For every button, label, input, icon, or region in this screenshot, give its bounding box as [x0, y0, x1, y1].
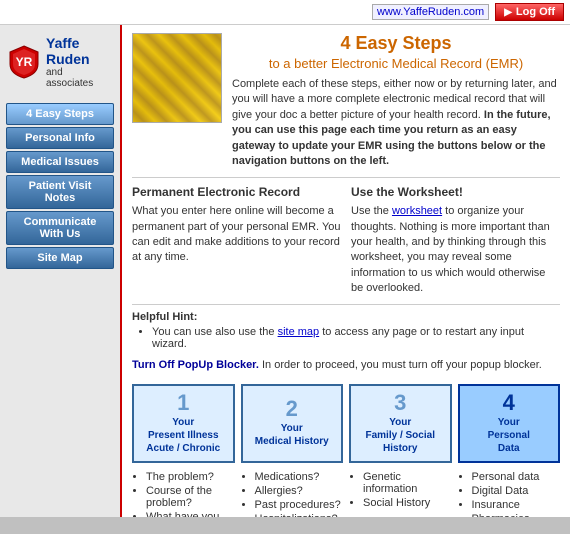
popup-notice-bold: Turn Off PopUp Blocker. [132, 359, 259, 371]
step-2-number: 2 [286, 398, 298, 420]
step-box-1[interactable]: 1 YourPresent IllnessAcute / Chronic [132, 384, 235, 463]
header-body: Complete each of these steps, either now… [232, 77, 560, 169]
list-item: Allergies? [255, 485, 344, 497]
sidebar-item-site-map[interactable]: Site Map [6, 247, 114, 269]
logo-line1: Yaffe [46, 35, 112, 51]
bullet-list-1: The problem? Course of the problem? What… [146, 471, 235, 517]
divider-1 [132, 177, 560, 178]
bullet-list-2: Medications? Allergies? Past procedures?… [255, 471, 344, 517]
sidebar: YR Yaffe Ruden and associates 4 Easy Ste… [0, 25, 120, 517]
website-link[interactable]: www.YaffeRuden.com [372, 4, 489, 20]
step-boxes: 1 YourPresent IllnessAcute / Chronic 2 Y… [132, 384, 560, 463]
content-area: 4 Easy Steps to a better Electronic Medi… [120, 25, 570, 517]
bullet-list-3: Genetic information Social History [363, 471, 452, 509]
top-bar: www.YaffeRuden.com ▶ Log Off [0, 0, 570, 25]
page-subtitle: to a better Electronic Medical Record (E… [232, 56, 560, 71]
list-item: Hospitalizations? [255, 513, 344, 517]
step-4-number: 4 [503, 392, 515, 414]
step-3-number: 3 [394, 392, 406, 414]
permanent-record-col: Permanent Electronic Record What you ent… [132, 184, 341, 296]
content-header: 4 Easy Steps to a better Electronic Medi… [132, 33, 560, 169]
list-item: Social History [363, 497, 452, 509]
logo-shield-icon: YR [8, 44, 40, 80]
hint-list: You can use also use the site map to acc… [152, 326, 560, 350]
permanent-record-title: Permanent Electronic Record [132, 184, 341, 201]
divider-2 [132, 304, 560, 305]
helpful-hint-label: Helpful Hint: [132, 311, 197, 323]
page-title: 4 Easy Steps [232, 33, 560, 54]
logoff-label: Log Off [516, 6, 555, 18]
step-1-label: YourPresent IllnessAcute / Chronic [146, 416, 220, 455]
popup-notice-rest: In order to proceed, you must turn off y… [259, 359, 542, 371]
sidebar-item-personal-info[interactable]: Personal Info [6, 127, 114, 149]
logo-area: YR Yaffe Ruden and associates [0, 29, 120, 95]
step-2-label: YourMedical History [255, 422, 329, 448]
header-text: 4 Easy Steps to a better Electronic Medi… [232, 33, 560, 169]
list-item: Insurance [472, 499, 561, 511]
main-layout: YR Yaffe Ruden and associates 4 Easy Ste… [0, 25, 570, 517]
sidebar-item-patient-visit-notes[interactable]: Patient Visit Notes [6, 175, 114, 209]
sidebar-item-4-easy-steps[interactable]: 4 Easy Steps [6, 103, 114, 125]
step-box-4[interactable]: 4 YourPersonalData [458, 384, 561, 463]
logoff-button[interactable]: ▶ Log Off [495, 3, 564, 21]
sidebar-item-medical-issues[interactable]: Medical Issues [6, 151, 114, 173]
list-item: Past procedures? [255, 499, 344, 511]
step-3-label: YourFamily / SocialHistory [366, 416, 435, 455]
list-item: Medications? [255, 471, 344, 483]
step-box-2[interactable]: 2 YourMedical History [241, 384, 344, 463]
sidebar-item-communicate[interactable]: Communicate With Us [6, 211, 114, 245]
worksheet-col: Use the Worksheet! Use the worksheet to … [351, 184, 560, 296]
hint-item-1: You can use also use the site map to acc… [152, 326, 560, 350]
helpful-hint-section: Helpful Hint: You can use also use the s… [132, 311, 560, 350]
worksheet-body-post: to organize your thoughts. Nothing is mo… [351, 205, 550, 294]
logo-text: Yaffe Ruden and associates [46, 35, 112, 89]
worksheet-title: Use the Worksheet! [351, 184, 560, 201]
bullet-list-4: Personal data Digital Data Insurance Pha… [472, 471, 561, 517]
header-image-decoration [133, 34, 221, 122]
hint-pre: You can use also use the [152, 326, 278, 338]
worksheet-body-pre: Use the [351, 205, 392, 217]
worksheet-link[interactable]: worksheet [392, 205, 442, 217]
popup-notice: Turn Off PopUp Blocker. In order to proc… [132, 358, 560, 373]
svg-text:YR: YR [16, 55, 33, 69]
list-item: Digital Data [472, 485, 561, 497]
bullet-section: The problem? Course of the problem? What… [132, 471, 560, 517]
bullet-col-1: The problem? Course of the problem? What… [132, 471, 235, 517]
list-item: Course of the problem? [146, 485, 235, 509]
logoff-arrow-icon: ▶ [504, 7, 512, 18]
list-item: Genetic information [363, 471, 452, 495]
logo-line2: Ruden [46, 51, 112, 67]
bullet-col-4: Personal data Digital Data Insurance Pha… [458, 471, 561, 517]
logo-line3: and associates [46, 67, 112, 89]
list-item: The problem? [146, 471, 235, 483]
bullet-col-3: Genetic information Social History [349, 471, 452, 517]
list-item: Pharmacies [472, 513, 561, 517]
two-col-section: Permanent Electronic Record What you ent… [132, 184, 560, 296]
header-image [132, 33, 222, 123]
step-box-3[interactable]: 3 YourFamily / SocialHistory [349, 384, 452, 463]
list-item: What have you tried? [146, 511, 235, 517]
step-4-label: YourPersonalData [488, 416, 530, 455]
list-item: Personal data [472, 471, 561, 483]
permanent-record-body: What you enter here online will become a… [132, 205, 341, 263]
bullet-col-2: Medications? Allergies? Past procedures?… [241, 471, 344, 517]
step-1-number: 1 [177, 392, 189, 414]
site-map-link[interactable]: site map [278, 326, 320, 338]
